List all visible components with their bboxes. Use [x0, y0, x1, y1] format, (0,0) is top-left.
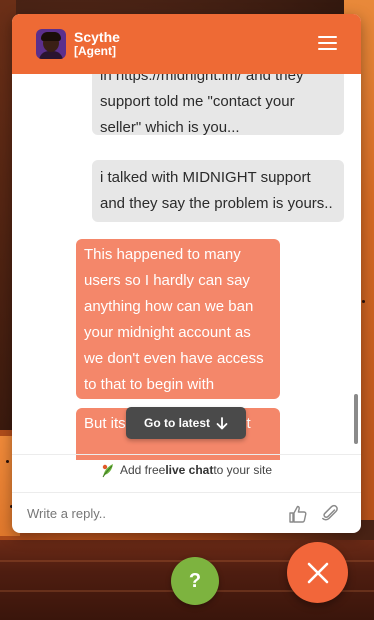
go-to-latest-label: Go to latest [143, 416, 210, 430]
agent-role: [Agent] [74, 44, 116, 58]
paperclip-icon[interactable] [320, 503, 340, 523]
promo-link[interactable]: Add free live chat to your site [12, 454, 361, 484]
background-dot [6, 460, 9, 463]
background-dot [362, 300, 365, 303]
arrow-down-icon [216, 416, 228, 429]
visitor-message: in https://midnight.im/ and they support… [92, 74, 344, 136]
message-line: i talked with MIDNIGHT support [100, 169, 311, 186]
message-line: support told me "contact your [100, 93, 295, 110]
hamburger-menu-icon[interactable] [318, 36, 337, 51]
message-line: users so I hardly can say [84, 272, 250, 289]
close-icon [307, 562, 328, 583]
visitor-message: i talked with MIDNIGHT support and they … [92, 160, 344, 222]
message-line: to that to begin with [84, 376, 215, 393]
help-label: ? [188, 569, 202, 592]
message-line: seller" which is you... [100, 119, 240, 136]
promo-text-prefix: Add free [119, 462, 166, 477]
message-line: we don't even have access [84, 350, 264, 367]
message-line: and they say the problem is yours.. [100, 195, 333, 212]
leaf-icon [102, 463, 113, 477]
promo-text-suffix: to your site [213, 462, 273, 477]
thumbs-up-icon[interactable] [288, 504, 308, 524]
scrollbar-thumb[interactable] [354, 394, 358, 444]
close-chat-button[interactable] [287, 542, 348, 603]
message-list[interactable]: in https://midnight.im/ and they support… [12, 74, 361, 460]
message-line: in https://midnight.im/ and they [100, 74, 304, 84]
agent-name: Scythe [74, 29, 120, 45]
agent-message: This happened to many users so I hardly … [76, 239, 280, 399]
chat-header: Scythe [Agent] [12, 14, 361, 74]
chat-widget: Scythe [Agent] in https://midnight.im/ a… [12, 14, 361, 533]
message-line: anything how can we ban [84, 298, 254, 315]
go-to-latest-button[interactable]: Go to latest [126, 407, 246, 439]
promo-text-bold: live chat [165, 462, 214, 477]
reply-composer [12, 492, 361, 533]
help-button[interactable]: ? [171, 557, 219, 605]
reply-input[interactable] [27, 502, 267, 524]
message-line: your midnight account as [84, 324, 251, 341]
message-line: This happened to many [84, 246, 241, 263]
message-line: But its [84, 415, 126, 432]
agent-avatar [36, 29, 66, 59]
